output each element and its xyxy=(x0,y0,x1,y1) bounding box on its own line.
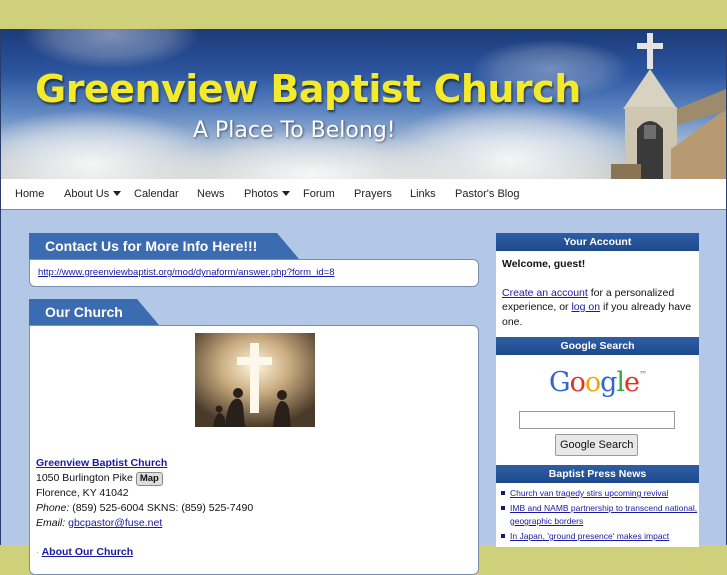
search-heading: Google Search xyxy=(496,337,699,355)
contact-heading: Contact Us for More Info Here!!! xyxy=(29,233,299,259)
news-link[interactable]: In Japan, 'ground presence' makes impact xyxy=(510,531,669,541)
map-button[interactable]: Map xyxy=(135,472,163,486)
nav-item-label: Photos xyxy=(244,188,279,200)
right-sidebar: Your Account Welcome, guest! Create an a… xyxy=(496,233,699,547)
email-link[interactable]: gbcpastor@fuse.net xyxy=(68,517,162,529)
phone-value: (859) 525-6004 SKNS: (859) 525-7490 xyxy=(72,502,254,514)
church-cross-photo xyxy=(195,333,315,427)
nav-item-label: Forum xyxy=(303,188,335,200)
church-steeple-image xyxy=(611,33,726,179)
log-on-link[interactable]: log on xyxy=(571,301,600,313)
top-bar xyxy=(0,0,727,29)
news-link[interactable]: IMB and NAMB partnership to transcend na… xyxy=(510,503,697,526)
nav-item-forum[interactable]: Forum xyxy=(303,188,335,200)
news-item[interactable]: Church van tragedy stirs upcoming reviva… xyxy=(496,487,699,500)
nav-item-label: News xyxy=(197,188,225,200)
our-church-panel: Greenview Baptist Church 1050 Burlington… xyxy=(29,325,479,575)
nav-item-label: Home xyxy=(15,188,45,200)
nav-item-label: Links xyxy=(410,188,436,200)
site-tagline: A Place To Belong! xyxy=(193,118,396,143)
account-panel: Welcome, guest! Create an account for a … xyxy=(496,251,699,337)
nav-item-about-us[interactable]: About Us xyxy=(64,188,122,200)
church-name-link[interactable]: Greenview Baptist Church xyxy=(36,457,167,469)
news-item[interactable]: In Japan, 'ground presence' makes impact xyxy=(496,530,699,543)
bullet-icon: · xyxy=(36,548,39,557)
nav-item-label: Calendar xyxy=(134,188,179,200)
news-panel: Church van tragedy stirs upcoming reviva… xyxy=(496,483,699,547)
news-item[interactable]: IMB and NAMB partnership to transcend na… xyxy=(496,502,699,528)
nav-item-prayers[interactable]: Prayers xyxy=(354,188,392,200)
site-banner: Greenview Baptist Church A Place To Belo… xyxy=(1,29,726,179)
phone-label: Phone: xyxy=(36,502,70,514)
nav-item-calendar[interactable]: Calendar xyxy=(134,188,179,200)
nav-item-photos[interactable]: Photos xyxy=(244,188,291,200)
search-panel: Google™ Google Search xyxy=(496,355,699,465)
google-search-button[interactable]: Google Search xyxy=(555,434,639,456)
search-input[interactable] xyxy=(519,411,675,429)
news-heading: Baptist Press News xyxy=(496,465,699,483)
nav-item-links[interactable]: Links xyxy=(410,188,436,200)
address-line-1: 1050 Burlington Pike xyxy=(36,472,133,484)
nav-item-pastors-blog[interactable]: Pastor's Blog xyxy=(455,188,519,200)
nav-item-label: About Us xyxy=(64,188,110,200)
main-nav: Home About Us Calendar News Photos Forum… xyxy=(1,179,726,210)
nav-item-label: Prayers xyxy=(354,188,392,200)
address-line-2: Florence, KY 41042 xyxy=(36,487,129,499)
dropdown-arrow-icon xyxy=(113,191,122,196)
about-church-link[interactable]: About Our Church xyxy=(42,546,134,558)
nav-item-label: Pastor's Blog xyxy=(455,188,520,200)
create-account-link[interactable]: Create an account xyxy=(502,287,588,299)
main-content: Contact Us for More Info Here!!! http://… xyxy=(1,210,726,575)
nav-item-home[interactable]: Home xyxy=(15,188,44,200)
contact-form-link[interactable]: http://www.greenviewbaptist.org/mod/dyna… xyxy=(38,267,335,278)
contact-panel: http://www.greenviewbaptist.org/mod/dyna… xyxy=(29,259,479,287)
our-church-heading: Our Church xyxy=(29,299,159,325)
news-link[interactable]: Church van tragedy stirs upcoming reviva… xyxy=(510,488,668,498)
google-logo: Google™ xyxy=(548,367,647,398)
email-label: Email: xyxy=(36,517,66,529)
welcome-text: Welcome, guest! xyxy=(502,258,586,270)
site-title: Greenview Baptist Church xyxy=(35,67,581,111)
account-heading: Your Account xyxy=(496,233,699,251)
nav-item-news[interactable]: News xyxy=(197,188,225,200)
dropdown-arrow-icon xyxy=(282,191,291,196)
page-wrapper: Greenview Baptist Church A Place To Belo… xyxy=(0,29,727,575)
